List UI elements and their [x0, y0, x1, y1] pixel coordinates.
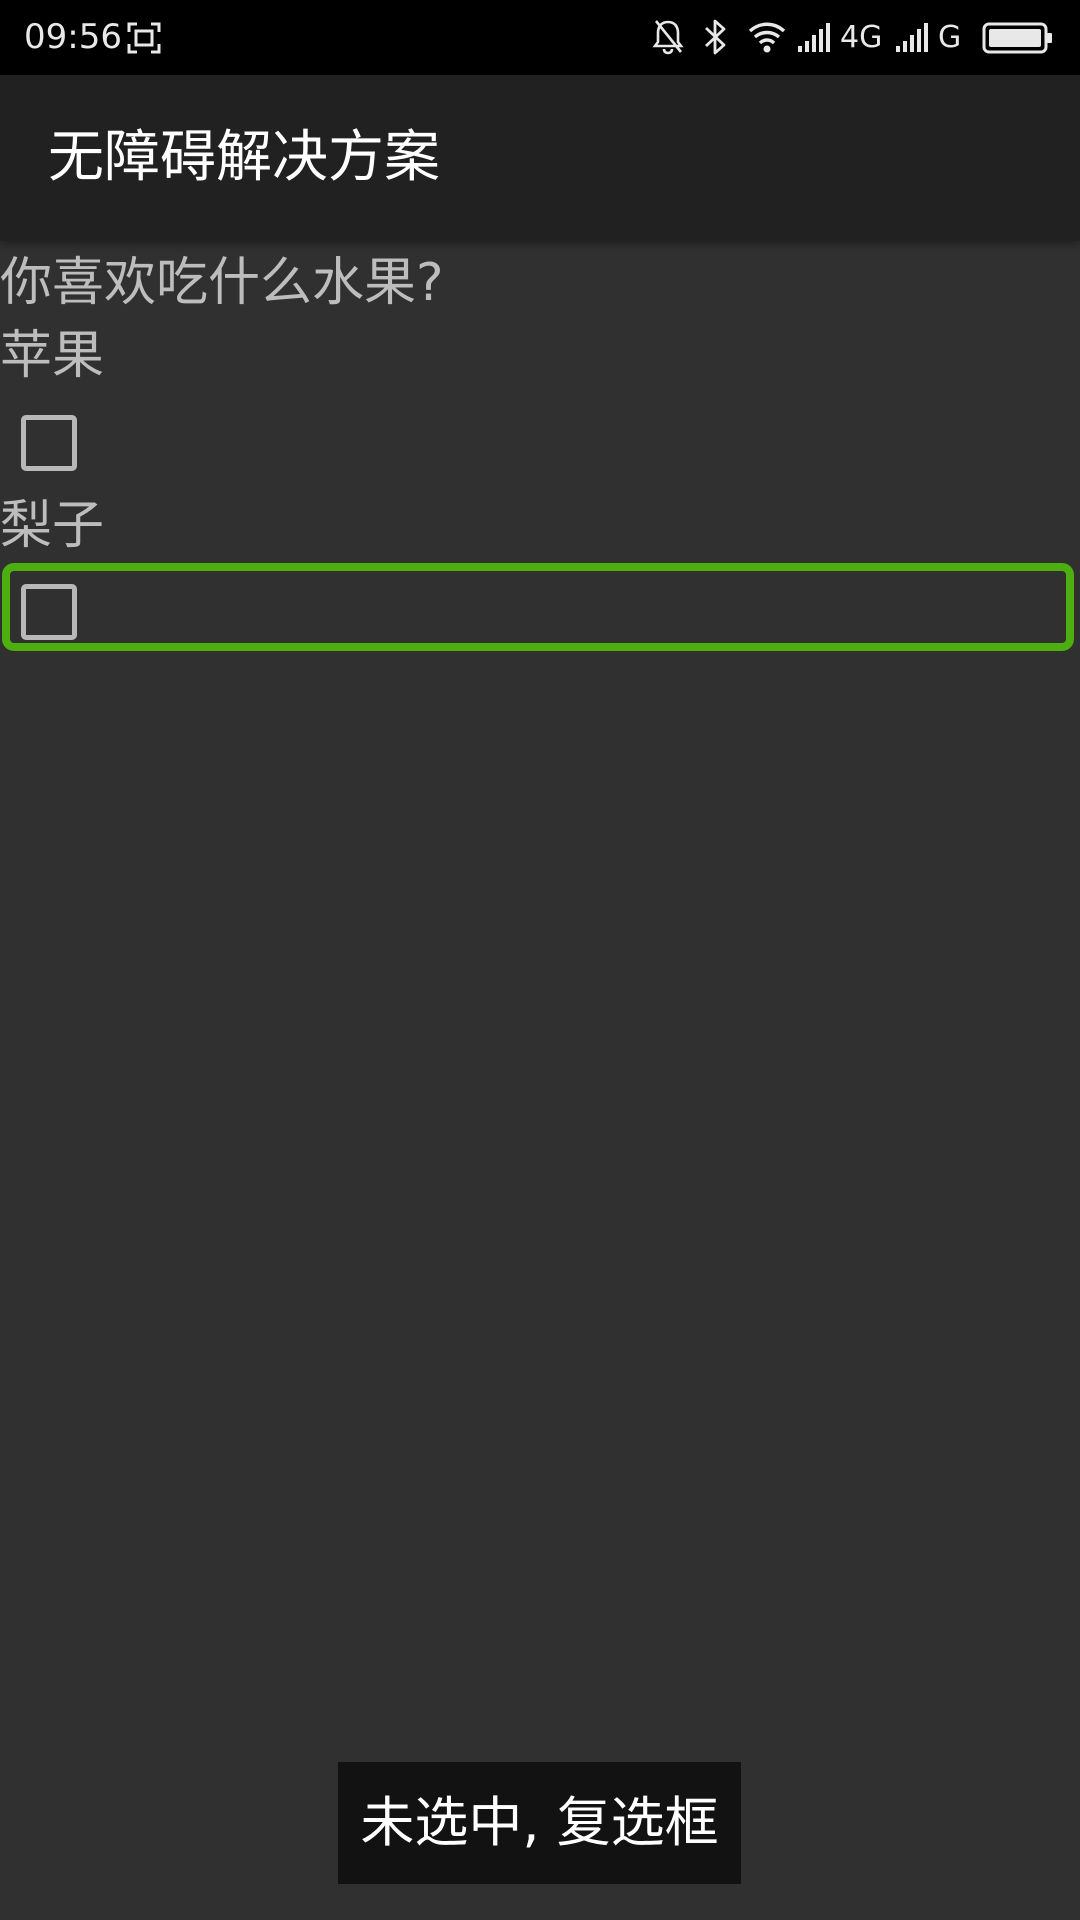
checkbox-row-pear[interactable]: [0, 566, 1080, 654]
battery-icon: [982, 22, 1052, 54]
network-type-2: G: [938, 20, 962, 55]
wifi-icon: [748, 22, 786, 53]
app-title: 无障碍解决方案: [48, 125, 440, 190]
screen: 09:56 4G G 无障碍解决方案 你喜欢吃什么水果? 苹果 梨子 未选中, …: [0, 0, 1080, 1920]
checkbox-pear[interactable]: [21, 584, 77, 640]
network-type-1: 4G: [840, 20, 883, 55]
status-time: 09:56: [24, 17, 122, 57]
signal-icon: [798, 23, 830, 52]
signal-icon: [896, 23, 928, 52]
bell-off-icon: [652, 20, 684, 55]
status-bar: 09:56 4G G: [0, 0, 1080, 75]
question-label: 你喜欢吃什么水果?: [0, 253, 444, 313]
toast-message: 未选中, 复选框: [338, 1762, 741, 1884]
bluetooth-icon: [705, 19, 726, 55]
checkbox-row-apple[interactable]: [0, 397, 1080, 485]
checkbox-apple[interactable]: [21, 415, 77, 471]
app-bar: 无障碍解决方案: [0, 75, 1080, 241]
option-label-apple: 苹果: [0, 326, 105, 386]
option-label-pear: 梨子: [0, 496, 105, 556]
screenshot-icon: [127, 22, 161, 54]
